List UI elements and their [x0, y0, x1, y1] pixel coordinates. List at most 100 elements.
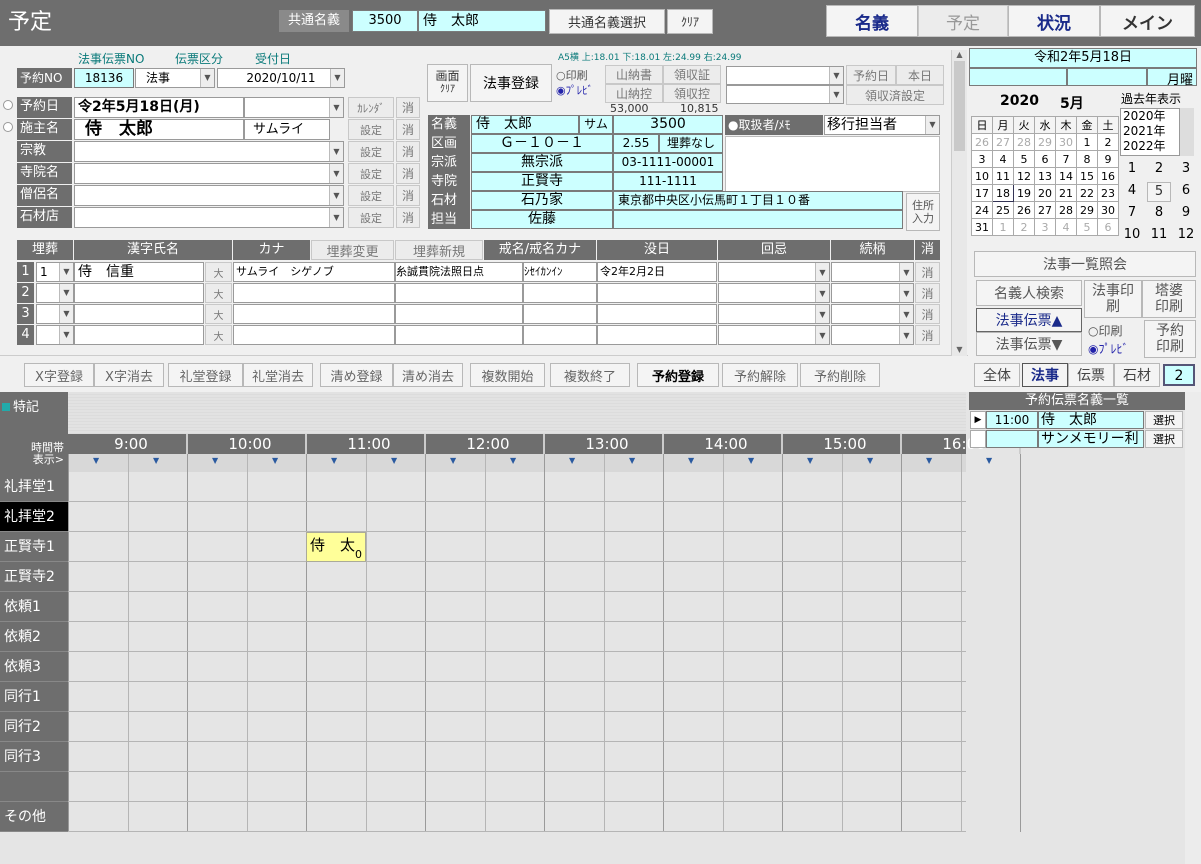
calendar-day[interactable]: 12: [1013, 167, 1035, 185]
calendar-day[interactable]: 6: [1097, 218, 1119, 236]
receipt-btn-3[interactable]: 山納控: [605, 84, 663, 103]
print-select-2[interactable]: ▼: [726, 85, 844, 104]
calendar-day[interactable]: 4: [992, 150, 1014, 168]
toolbar-button-1[interactable]: X字消去: [94, 363, 164, 387]
today-button[interactable]: 本日: [896, 65, 944, 85]
receipt-btn-2[interactable]: 領収証: [663, 65, 721, 84]
burial-row-select[interactable]: ▼: [36, 325, 74, 345]
month-button[interactable]: 5: [1147, 182, 1171, 202]
burial-big-button[interactable]: 大: [205, 325, 232, 345]
scroll-down-icon[interactable]: ▼: [952, 345, 967, 354]
slip-down-button[interactable]: 法事伝票▼: [976, 332, 1082, 356]
form-del-2[interactable]: 消: [396, 141, 420, 162]
hoji-print-button[interactable]: 法事印刷: [1084, 280, 1142, 318]
calendar-day[interactable]: 13: [1034, 167, 1056, 185]
burial-kaimyo-kana[interactable]: [523, 283, 597, 303]
calendar-day[interactable]: 8: [1076, 150, 1098, 168]
list-select-button[interactable]: 選択: [1145, 411, 1183, 429]
burial-delete-button[interactable]: 消: [915, 304, 940, 324]
chevron-down-icon[interactable]: ▼: [329, 186, 343, 205]
calendar-day[interactable]: 26: [971, 133, 993, 151]
toolbar-button-4[interactable]: 清め登録: [320, 363, 393, 387]
burial-kana[interactable]: サムライ シゲノブ: [233, 262, 395, 282]
reservation-no-field[interactable]: 18136: [74, 68, 134, 88]
calendar-day[interactable]: 18: [992, 184, 1014, 202]
form-btn-3[interactable]: 設定: [348, 163, 394, 184]
reservation-date-field[interactable]: 令2年5月18日(月): [74, 97, 244, 118]
calendar-day[interactable]: 27: [992, 133, 1014, 151]
form-btn-2[interactable]: 設定: [348, 141, 394, 162]
form-del-1[interactable]: 消: [396, 119, 420, 140]
calendar-day[interactable]: 3: [971, 150, 993, 168]
burial-kaimyo-kana[interactable]: [523, 325, 597, 345]
toolbar-button-6[interactable]: 複数開始: [470, 363, 545, 387]
side-print-radio[interactable]: ○印刷: [1088, 322, 1123, 339]
burial-row-select[interactable]: ▼: [36, 304, 74, 324]
burial-death-date[interactable]: [597, 283, 717, 303]
register-hoji-button[interactable]: 法事登録: [470, 64, 552, 102]
chevron-down-icon[interactable]: ▼: [329, 164, 343, 183]
month-button[interactable]: 8: [1147, 204, 1171, 224]
toolbar-button-7[interactable]: 複数終了: [550, 363, 630, 387]
burial-kaimyo-kana[interactable]: [523, 304, 597, 324]
burial-kaimyo[interactable]: 糸誠貫院法照日点: [395, 262, 523, 282]
reserve-date-button[interactable]: 予約日: [846, 65, 896, 85]
calendar-day[interactable]: 22: [1076, 184, 1098, 202]
month-button[interactable]: 10: [1120, 226, 1144, 246]
burial-relation-select[interactable]: ▼: [831, 283, 914, 303]
clear-button[interactable]: ｸﾘｱ: [667, 9, 713, 34]
receipt-setting-button[interactable]: 領収済設定: [846, 85, 944, 105]
burial-kaiki-select[interactable]: ▼: [718, 283, 830, 303]
year-item[interactable]: 2022年: [1123, 139, 1179, 154]
calendar-day[interactable]: 21: [1055, 184, 1077, 202]
burial-relation-select[interactable]: ▼: [831, 304, 914, 324]
print-radio-print[interactable]: ○印刷: [556, 67, 588, 83]
row-radio[interactable]: [3, 100, 13, 110]
chevron-down-icon[interactable]: ▼: [815, 326, 829, 344]
burial-kaiki-select[interactable]: ▼: [718, 304, 830, 324]
owner-search-button[interactable]: 名義人検索: [976, 280, 1082, 306]
calendar-day[interactable]: 15: [1076, 167, 1098, 185]
list-scroll[interactable]: [1185, 392, 1201, 864]
burial-kana[interactable]: [233, 283, 395, 303]
chevron-down-icon[interactable]: ▼: [59, 326, 73, 344]
chevron-down-icon[interactable]: ▼: [59, 284, 73, 302]
filter-tab-2[interactable]: 伝票: [1068, 363, 1114, 387]
calendar-day[interactable]: 5: [1013, 150, 1035, 168]
burial-big-button[interactable]: 大: [205, 262, 232, 282]
owner-name-field[interactable]: 侍 太郎: [74, 119, 244, 140]
month-button[interactable]: 1: [1120, 160, 1144, 180]
form-select-2[interactable]: ▼: [74, 141, 344, 162]
calendar-day[interactable]: 28: [1055, 201, 1077, 219]
calendar-day[interactable]: 11: [992, 167, 1014, 185]
calendar-day[interactable]: 24: [971, 201, 993, 219]
calendar-day[interactable]: 25: [992, 201, 1014, 219]
print-radio-preview[interactable]: ◉ﾌﾟﾚﾋﾞ: [556, 82, 593, 98]
year-item[interactable]: 2020年: [1123, 109, 1179, 124]
burial-big-button[interactable]: 大: [205, 304, 232, 324]
burial-death-date[interactable]: [597, 304, 717, 324]
row-radio[interactable]: [3, 122, 13, 132]
chevron-down-icon[interactable]: ▼: [329, 208, 343, 227]
calendar-day[interactable]: 19: [1013, 184, 1035, 202]
calendar-day[interactable]: 14: [1055, 167, 1077, 185]
year-list[interactable]: 2020年 2021年 2022年: [1120, 108, 1180, 156]
chevron-down-icon[interactable]: ▼: [815, 284, 829, 302]
year-item[interactable]: 2021年: [1123, 124, 1179, 139]
calendar-day[interactable]: 31: [971, 218, 993, 236]
tab-status[interactable]: 状況: [1008, 5, 1100, 37]
form-btn-0[interactable]: ｶﾚﾝﾀﾞ: [348, 97, 394, 118]
chevron-down-icon[interactable]: ▼: [899, 326, 913, 344]
scroll-up-icon[interactable]: ▲: [952, 50, 967, 59]
chevron-down-icon[interactable]: ▼: [59, 305, 73, 323]
reservation-date-select[interactable]: ▼: [244, 97, 344, 118]
toolbar-button-10[interactable]: 予約削除: [800, 363, 880, 387]
burial-row-select[interactable]: ▼: [36, 283, 74, 303]
form-scrollbar[interactable]: ▲ ▼: [951, 50, 967, 356]
month-button[interactable]: 11: [1147, 226, 1171, 246]
form-select-4[interactable]: ▼: [74, 185, 344, 206]
tower-print-button[interactable]: 塔婆 印刷: [1142, 280, 1196, 318]
burial-kaimyo-kana[interactable]: ｼｾｲｶﾝｲﾝ: [523, 262, 597, 282]
shared-name-select-button[interactable]: 共通名義選択: [549, 9, 665, 34]
form-del-3[interactable]: 消: [396, 163, 420, 184]
